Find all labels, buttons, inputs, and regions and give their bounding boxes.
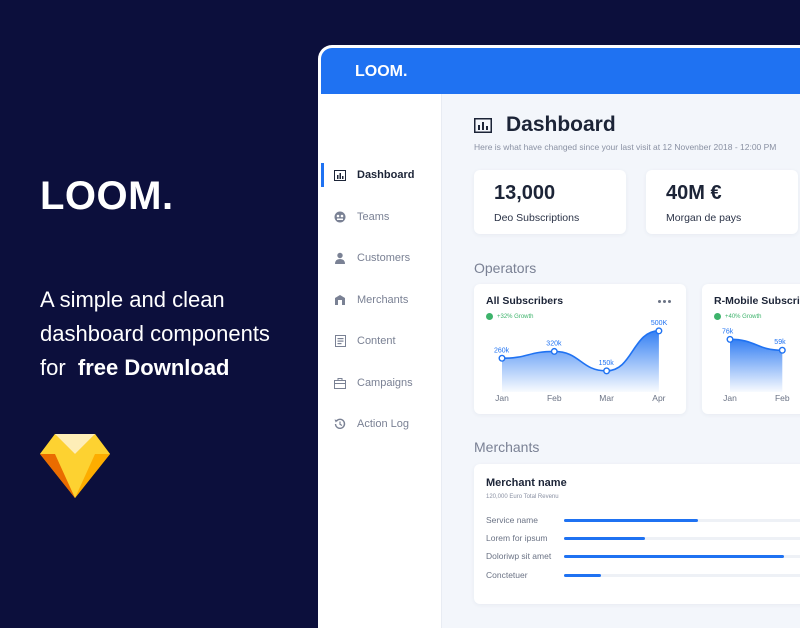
bar-label: Service name <box>486 515 538 525</box>
briefcase-icon <box>334 377 346 389</box>
merchant-revenue: 120,000 Euro Total Revenu <box>486 494 559 500</box>
stat-value: 13,000 <box>494 182 556 204</box>
growth-indicator: +32% Growth <box>486 313 534 320</box>
chart-card-all-subscribers: 260k 320k 150k 500K Jan Feb Mar Apr All Subscri… <box>474 284 686 414</box>
sketch-diamond-icon <box>40 434 110 498</box>
x-tick-label: Feb <box>775 393 790 403</box>
more-options-icon[interactable] <box>658 300 674 304</box>
merchant-bar-row: Doloriwp sit amet <box>486 551 800 563</box>
page-subtitle: Here is what have changed since your las… <box>474 142 777 152</box>
data-point <box>726 335 734 343</box>
growth-text: +32% Growth <box>497 313 534 320</box>
document-icon <box>334 335 346 347</box>
sidebar-item-label: Merchants <box>357 294 409 306</box>
bar-track <box>564 574 800 577</box>
section-title-operators: Operators <box>474 260 537 276</box>
merchant-bar-row: Conctetuer <box>486 570 800 582</box>
sidebar-item-teams[interactable]: Teams <box>321 204 441 230</box>
data-label: 320k <box>546 340 562 347</box>
page-title: Dashboard <box>506 113 616 136</box>
growth-text: +40% Growth <box>725 313 762 320</box>
merchant-card[interactable]: Merchant name 120,000 Euro Total Revenu … <box>474 464 800 604</box>
dashboard-window: LOOM. Dashboard Teams Customers Merchant… <box>318 45 800 628</box>
app-brand[interactable]: LOOM. <box>355 63 407 81</box>
top-bar: LOOM. <box>321 48 800 94</box>
sidebar-item-label: Action Log <box>357 418 409 430</box>
merchant-bar-row: Lorem for ipsum <box>486 533 800 545</box>
data-label: 59k <box>774 339 786 346</box>
x-tick-label: Jan <box>495 393 509 403</box>
tagline-for: for <box>40 355 66 380</box>
chart-title: R-Mobile Subscribers <box>714 295 800 307</box>
history-icon <box>334 418 346 430</box>
bar-fill <box>564 555 785 558</box>
dashboard-icon <box>474 118 492 133</box>
stat-label: Morgan de pays <box>666 212 742 224</box>
x-tick-label: Feb <box>547 393 562 403</box>
sidebar-item-customers[interactable]: Customers <box>321 245 441 271</box>
sidebar-item-label: Dashboard <box>357 169 415 181</box>
bar-label: Conctetuer <box>486 570 528 580</box>
chart-title: All Subscribers <box>486 295 564 307</box>
bar-label: Doloriwp sit amet <box>486 551 552 561</box>
sidebar: Dashboard Teams Customers Merchants Cont… <box>321 94 442 628</box>
bar-track <box>564 519 800 522</box>
data-point <box>778 346 786 354</box>
merchant-name: Merchant name <box>486 477 567 489</box>
tagline-line-3: for free Download <box>40 351 340 385</box>
x-tick-label: Apr <box>652 393 665 403</box>
sidebar-item-merchants[interactable]: Merchants <box>321 287 441 313</box>
tagline-bold: free Download <box>77 355 230 380</box>
sidebar-item-dashboard[interactable]: Dashboard <box>321 162 441 188</box>
bar-fill <box>564 574 601 577</box>
store-icon <box>334 294 346 306</box>
main-content: Dashboard Here is what have changed sinc… <box>441 94 800 628</box>
sidebar-item-action-log[interactable]: Action Log <box>321 411 441 437</box>
chart-area <box>730 339 783 392</box>
sidebar-item-label: Customers <box>357 252 411 264</box>
section-title-merchants: Merchants <box>474 439 540 455</box>
tagline-line-2: dashboard components <box>40 321 270 346</box>
stat-value: 40M € <box>666 182 722 204</box>
sidebar-item-label: Campaigns <box>357 377 413 389</box>
stat-label: Deo Subscriptions <box>494 212 580 224</box>
chart-card-r-mobile-subscribers: 76k 59k Jan Feb R-Mobile Subscribers +40% G… <box>702 284 800 414</box>
sidebar-item-content[interactable]: Content <box>321 328 441 354</box>
sidebar-item-label: Content <box>357 335 396 347</box>
bar-fill <box>564 519 698 522</box>
bar-fill <box>564 537 646 540</box>
data-point <box>550 347 558 355</box>
user-icon <box>334 252 346 264</box>
bar-label: Lorem for ipsum <box>486 533 548 543</box>
stat-card[interactable]: 13,000 Deo Subscriptions <box>474 170 626 234</box>
x-tick-label: Jan <box>723 393 737 403</box>
data-point <box>655 327 663 335</box>
x-tick-label: Mar <box>599 393 614 403</box>
data-point <box>498 354 506 362</box>
data-label: 260k <box>494 347 510 354</box>
bar-chart-icon <box>334 169 346 181</box>
growth-up-icon <box>714 313 721 320</box>
data-label: 150k <box>599 360 615 367</box>
bar-track <box>564 537 800 540</box>
sidebar-item-campaigns[interactable]: Campaigns <box>321 370 441 396</box>
promo-logo: LOOM. <box>40 174 174 218</box>
stat-card[interactable]: 40M € Morgan de pays <box>646 170 798 234</box>
growth-up-icon <box>486 313 493 320</box>
growth-indicator: +40% Growth <box>714 313 762 320</box>
teams-icon <box>334 211 346 223</box>
data-label: 500K <box>651 320 668 327</box>
bar-track <box>564 555 800 558</box>
merchant-bar-row: Service name <box>486 515 800 527</box>
tagline-line-1: A simple and clean <box>40 287 225 312</box>
data-label: 76k <box>722 328 734 335</box>
promo-tagline: A simple and clean dashboard components … <box>40 283 340 385</box>
data-point <box>603 367 611 375</box>
sidebar-item-label: Teams <box>357 211 390 223</box>
